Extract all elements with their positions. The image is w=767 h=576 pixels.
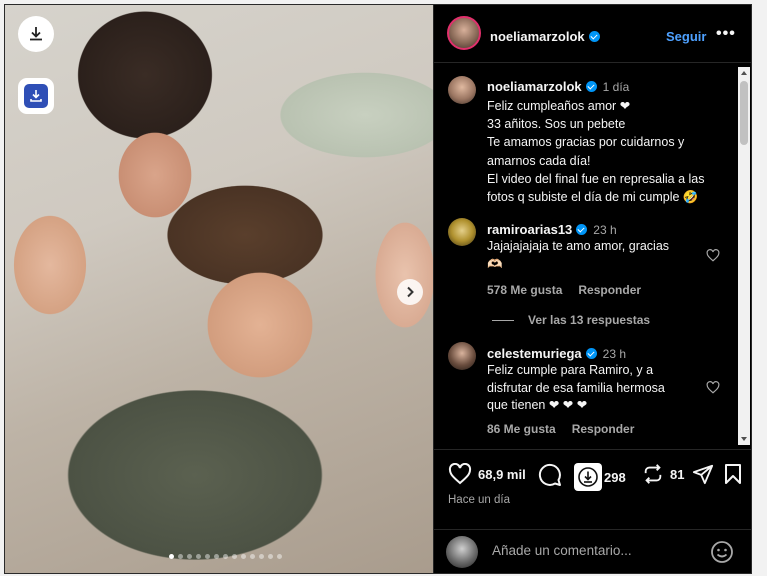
comment-username[interactable]: ramiroarias13 23 h [487,222,617,237]
carousel-dot [169,554,174,559]
replies-divider [492,319,514,321]
download-overlay-button[interactable] [574,463,602,491]
caption-line: Feliz cumpleaños amor ❤ [487,99,631,113]
carousel-dot [241,554,246,559]
emoji-icon[interactable] [710,540,734,564]
post-photo[interactable] [5,5,433,573]
carousel-dot [232,554,237,559]
reply-button[interactable]: Responder [572,422,635,436]
comment-line: que tienen ❤ ❤ ❤ [487,398,588,412]
comment-avatar[interactable] [448,218,476,246]
caption-line: fotos q subiste el día de mi cumple 🤣 [487,190,699,205]
repost-icon [644,464,662,484]
scroll-up-icon[interactable] [741,71,747,75]
download-button[interactable] [18,16,54,52]
post-timestamp[interactable]: Hace un día [448,494,510,506]
view-replies-label: Ver las 13 respuestas [528,313,651,327]
comment-count-group: 298 [574,463,626,491]
view-replies-button[interactable]: Ver las 13 respuestas [492,313,650,327]
carousel-dot [277,554,282,559]
caption-avatar[interactable] [448,76,476,104]
shares-count: 81 [670,466,685,482]
caption-line: El video del final fue en represalia a l… [487,171,705,186]
comment-time: 23 h [602,347,627,361]
carousel-dot [268,554,273,559]
comments-scrollbar[interactable] [738,67,750,445]
carousel-dot [178,554,183,559]
comment-likes[interactable]: 86 Me gusta [487,422,556,436]
author-avatar[interactable] [447,16,481,50]
comment-text: Jajajajajaja te amo amor, gracias 🫶🏻 [487,238,697,273]
comment-likes[interactable]: 578 Me gusta [487,283,562,297]
post-modal: noeliamarzolok Seguir ••• noeliamarzolok… [4,4,752,574]
carousel-dots [169,554,282,559]
like-button[interactable]: 68,9 mil [448,463,526,485]
current-user-avatar [446,536,478,568]
heart-icon [448,463,472,485]
post-header: noeliamarzolok Seguir ••• [434,5,751,63]
save-media-button[interactable] [18,78,54,114]
carousel-dot [259,554,264,559]
comment-line: 🫶🏻 [487,256,503,271]
comment-text: Feliz cumple para Ramiro, y a disfrutar … [487,362,697,415]
comment-avatar[interactable] [448,342,476,370]
verified-badge-icon [576,224,588,235]
likes-count[interactable]: 68,9 mil [478,467,526,482]
post-sidebar: noeliamarzolok Seguir ••• noeliamarzolok… [433,5,751,573]
chevron-right-icon [407,286,414,298]
reply-button[interactable]: Responder [578,283,641,297]
add-comment-input[interactable]: Añade un comentario... [492,543,632,558]
download-icon [30,27,42,41]
carousel-dot [196,554,201,559]
caption-line: Te amamos gracias por cuidarnos y [487,135,685,150]
comment-username[interactable]: celestemuriega 23 h [487,346,626,361]
verified-badge-icon [588,31,600,42]
carousel-dot [250,554,255,559]
next-photo-button[interactable] [397,279,423,305]
follow-button[interactable]: Seguir [666,29,706,44]
comments-section: noeliamarzolok 1 día Feliz cumpleaños amo… [434,63,751,449]
comment-line: Jajajajajaja te amo amor, gracias [487,239,670,253]
carousel-dot [214,554,219,559]
like-comment-heart-icon[interactable] [706,381,720,394]
carousel-dot [223,554,228,559]
comment-meta: 86 Me gusta Responder [487,422,634,436]
caption-time: 1 día [602,80,630,94]
send-icon [692,464,714,485]
caption-line: 33 añitos. Sos un pebete [487,117,626,132]
scroll-thumb[interactable] [740,81,748,145]
author-username[interactable]: noeliamarzolok [490,29,600,44]
save-button[interactable] [724,463,742,485]
share-button[interactable] [692,463,714,485]
comment-icon [538,463,561,486]
bookmark-icon [725,464,741,484]
verified-badge-icon [585,348,597,359]
carousel-dot [187,554,192,559]
verified-badge-icon [585,81,597,92]
comment-button[interactable] [538,463,562,487]
download-circle-icon [578,467,598,487]
more-options-button[interactable]: ••• [716,25,736,43]
comment-meta: 578 Me gusta Responder [487,283,641,297]
add-comment-bar: Añade un comentario... [434,529,751,573]
comment-line: Feliz cumple para Ramiro, y a [487,363,654,377]
caption-line: amarnos cada día! [487,153,591,168]
carousel-dot [205,554,210,559]
scroll-down-icon[interactable] [741,437,747,441]
like-comment-heart-icon[interactable] [706,249,720,262]
save-media-icon [24,84,48,108]
caption-username[interactable]: noeliamarzolok 1 día [487,79,629,94]
repost-button[interactable]: 81 [642,463,684,485]
post-actions: 68,9 mil 298 81 Hace un día [434,449,751,529]
comment-time: 23 h [593,223,617,237]
caption-text: Feliz cumpleaños amor ❤ 33 añitos. Sos u… [487,97,727,206]
comments-count: 298 [604,469,626,485]
comment-line: disfrutar de esa familia hermosa [487,380,665,395]
